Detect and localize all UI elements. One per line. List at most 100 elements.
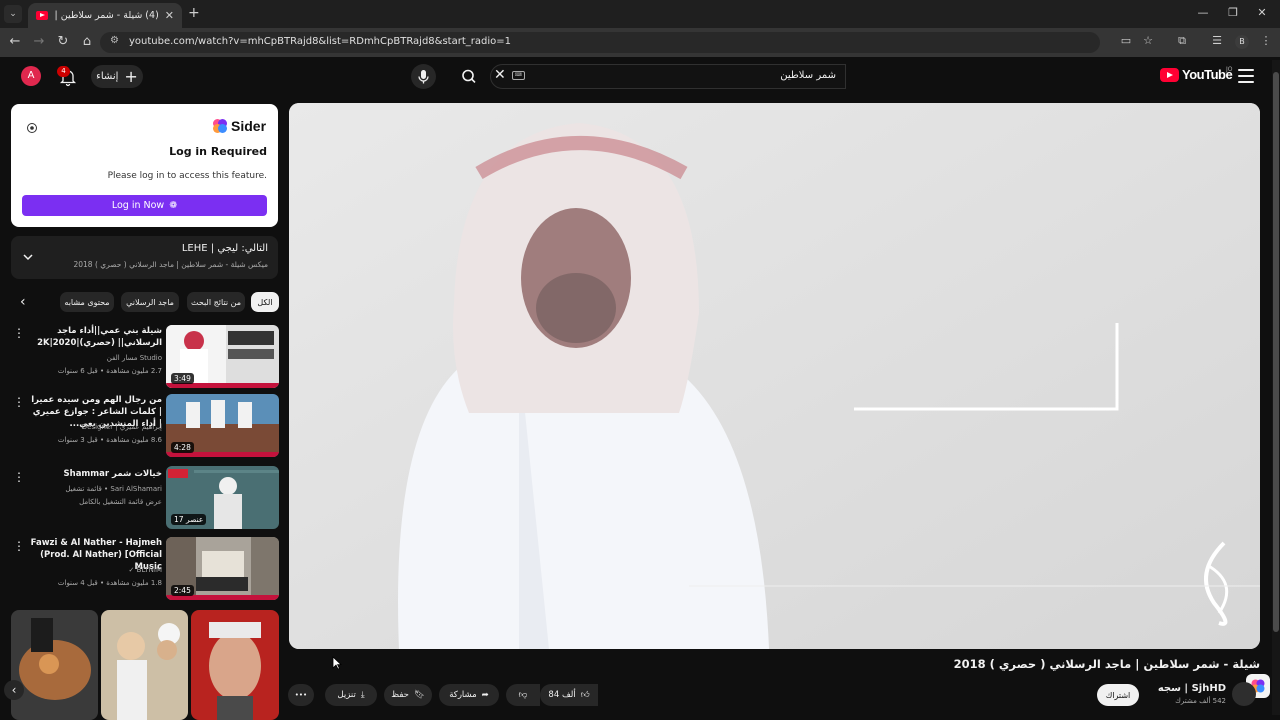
dislike-button[interactable]: 👎︎ — [506, 684, 540, 706]
browser-menu-icon[interactable]: ⋮ — [1258, 34, 1274, 47]
youtube-logo-text: YouTube — [1182, 67, 1233, 82]
keyboard-icon[interactable]: ⌨ — [512, 71, 525, 80]
thumbs-up-icon: 👍︎ — [580, 690, 590, 700]
chevron-left-icon[interactable]: ‹ — [20, 295, 32, 309]
channel-subscriber-count: 542 ألف مشترك — [1175, 697, 1226, 705]
subscribe-button[interactable]: اشتراك — [1097, 684, 1139, 706]
video-player[interactable] — [289, 103, 1260, 649]
playlist-count: 17 عنصر — [171, 514, 207, 525]
new-tab-button[interactable]: + — [188, 5, 200, 21]
playlist-channel[interactable]: Sari AlShamari • قائمة تشغيل — [28, 483, 162, 495]
like-button[interactable]: 84 ألف 👍︎ — [540, 684, 598, 706]
short-thumbnail[interactable] — [11, 610, 98, 720]
share-label: مشاركة — [449, 690, 477, 700]
download-arrow-icon: ⤓ — [360, 690, 365, 700]
video-frame — [289, 103, 1260, 649]
video-duration: 3:49 — [171, 373, 194, 384]
create-button[interactable]: إنشاء + — [91, 65, 143, 88]
video-meta: 2.7 مليون مشاهدة • قبل 6 سنوات — [57, 367, 162, 375]
more-options-icon[interactable]: ⋮ — [13, 326, 25, 340]
microphone-icon — [418, 70, 429, 84]
video-meta: 1.8 مليون مشاهدة • قبل 4 سنوات — [57, 579, 162, 587]
more-actions-button[interactable]: ••• — [288, 684, 314, 706]
back-arrow-icon[interactable]: ← — [6, 34, 24, 50]
close-window-button[interactable]: ✕ — [1252, 6, 1272, 19]
browser-tab-active[interactable]: (4) شيلة - شمر سلاطين | ماجد ✕ — [28, 3, 182, 28]
video-thumbnail[interactable]: 4:28 — [166, 394, 279, 457]
youtube-play-logo-icon — [1160, 67, 1179, 82]
home-icon[interactable]: ⌂ — [78, 34, 96, 50]
share-arrow-icon: ➦ — [481, 690, 489, 700]
create-label: إنشاء — [96, 71, 119, 82]
guide-menu-icon[interactable] — [1238, 69, 1254, 83]
chip-all[interactable]: الكل — [251, 292, 279, 312]
video-thumbnail[interactable]: 3:49 — [166, 325, 279, 388]
save-label: حفظ — [391, 690, 409, 700]
channel-avatar[interactable] — [1232, 682, 1256, 706]
share-button[interactable]: مشاركة ➦ — [439, 684, 499, 706]
sider-sparkle-icon: ❁ — [169, 200, 178, 211]
short-thumbnail[interactable] — [101, 610, 188, 720]
mix-next-title: التالي: ليجي | LEHE — [181, 243, 268, 254]
chevron-down-icon[interactable] — [22, 252, 34, 262]
like-count: 84 ألف — [548, 690, 576, 700]
clear-search-icon[interactable]: ✕ — [494, 67, 506, 83]
chip-related[interactable]: محتوى مشابه — [60, 292, 114, 312]
cast-icon[interactable]: ▭ — [1118, 34, 1134, 47]
video-meta: 8.6 مليون مشاهدة • قبل 3 سنوات — [57, 436, 162, 444]
browser-profile-icon[interactable]: B — [1235, 35, 1249, 49]
video-main-title: شيلة - شمر سلاطين | ماجد الرسلاني ( حصري… — [953, 657, 1260, 671]
playlist-title[interactable]: خيالات شمر Shammar — [28, 468, 162, 480]
notification-count-badge: 4 — [57, 66, 70, 77]
youtube-logo[interactable]: YouTube — [1160, 67, 1233, 82]
chip-majed[interactable]: ماجد الرسلاني — [121, 292, 179, 312]
channel-name[interactable]: SjhHD | سجه — [1150, 683, 1226, 694]
tab-close-icon[interactable]: ✕ — [165, 9, 174, 22]
mouse-cursor-icon — [332, 656, 342, 670]
playlist-thumbnail[interactable]: 17 عنصر — [166, 466, 279, 529]
download-label: تنزيل — [337, 690, 356, 700]
plus-icon: + — [124, 66, 138, 86]
sider-brand-name: Sider — [231, 118, 267, 134]
save-button[interactable]: حفظ 🔖︎ — [384, 684, 432, 706]
video-channel[interactable]: BLTNIM ✓ — [28, 564, 162, 576]
bookmark-icon: 🔖︎ — [413, 690, 425, 700]
more-options-icon[interactable]: ⋮ — [13, 395, 25, 409]
video-duration: 2:45 — [171, 585, 194, 596]
video-duration: 4:28 — [171, 442, 194, 453]
chip-from-search[interactable]: من نتائج البحث — [187, 292, 245, 312]
bookmark-star-icon[interactable]: ☆ — [1140, 34, 1156, 47]
short-thumbnail[interactable] — [191, 610, 279, 720]
voice-search-button[interactable] — [411, 64, 436, 89]
more-options-icon[interactable]: ⋮ — [13, 539, 25, 553]
maximize-button[interactable]: ❐ — [1223, 6, 1243, 19]
search-button[interactable] — [454, 64, 484, 89]
sider-description: Please log in to access this feature. — [107, 171, 267, 181]
search-query-text[interactable]: شمر سلاطين — [600, 70, 836, 81]
download-button[interactable]: تنزيل ⤓ — [325, 684, 377, 706]
thumbs-down-icon: 👎︎ — [518, 690, 528, 700]
account-avatar[interactable]: A — [21, 66, 41, 86]
sider-brand: Sider — [212, 118, 266, 134]
more-options-icon[interactable]: ⋮ — [13, 470, 25, 484]
shorts-chevron-left-icon[interactable]: ‹ — [4, 680, 24, 700]
site-info-icon[interactable]: ⚙ — [110, 35, 122, 49]
video-channel[interactable]: إبراهيم عميري | Designer — [28, 421, 162, 433]
tab-search-chevron-icon[interactable]: ⌄ — [4, 5, 22, 23]
extensions-icon[interactable]: ⧉ — [1174, 34, 1190, 48]
url-text[interactable]: youtube.com/watch?v=mhCpBTRajd8&list=RDm… — [129, 36, 511, 47]
sider-title: Log in Required — [169, 145, 267, 158]
sider-login-label: Log in Now — [111, 200, 165, 211]
video-thumbnail[interactable]: 2:45 — [166, 537, 279, 600]
reading-list-icon[interactable]: ☰ — [1209, 34, 1225, 47]
video-channel[interactable]: Studio مسار الفن — [28, 352, 162, 364]
video-title[interactable]: شيلة بني عمي||أداء ماجد الرسلاني|| (حصري… — [28, 325, 162, 349]
sider-login-button[interactable]: Log in Now ❁ — [22, 195, 267, 216]
reload-icon[interactable]: ↻ — [54, 34, 72, 50]
search-icon — [462, 69, 476, 83]
minimize-button[interactable]: — — [1193, 6, 1213, 19]
scrollbar-thumb[interactable] — [1273, 72, 1279, 632]
sider-target-icon[interactable] — [26, 119, 38, 133]
view-full-playlist[interactable]: عرض قائمة التشغيل بالكامل — [28, 496, 162, 508]
forward-arrow-icon[interactable]: → — [30, 34, 48, 50]
